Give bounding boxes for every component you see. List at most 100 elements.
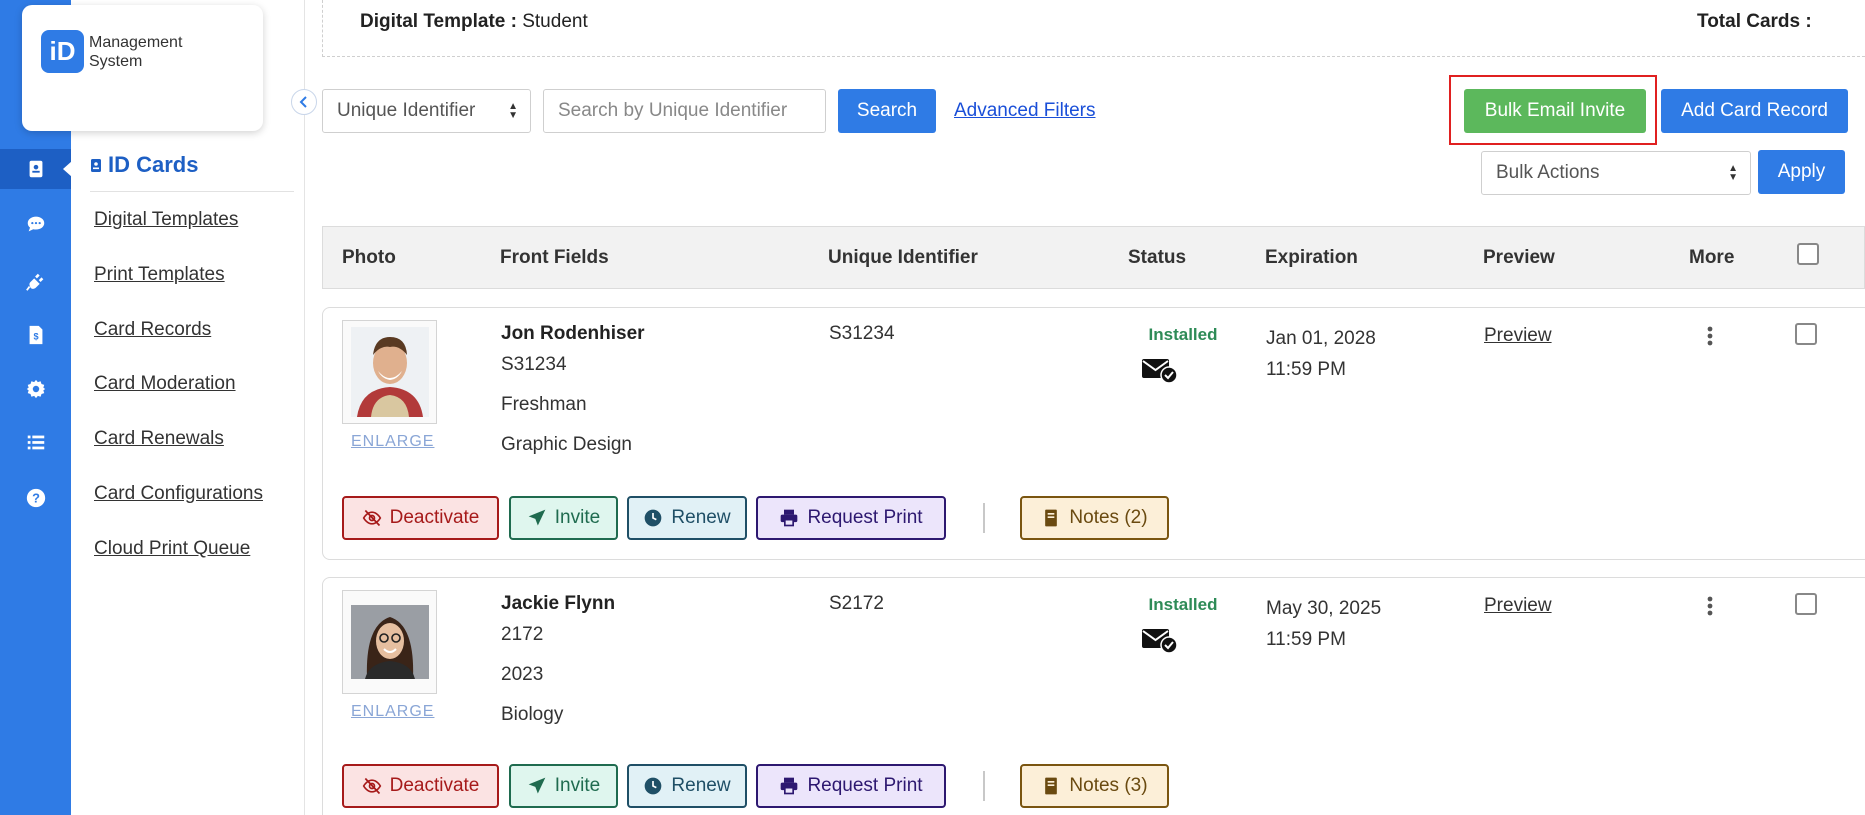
sidebar-item-print-templates[interactable]: Print Templates xyxy=(94,264,225,286)
rail-billing[interactable]: $ xyxy=(0,315,71,355)
sidebar-item-digital-templates[interactable]: Digital Templates xyxy=(94,209,238,231)
col-front-fields: Front Fields xyxy=(500,247,609,268)
paper-plane-icon xyxy=(528,509,546,526)
record-photo[interactable] xyxy=(342,590,437,694)
svg-text:?: ? xyxy=(32,491,40,506)
rail-settings[interactable] xyxy=(0,369,71,409)
rail-list[interactable] xyxy=(0,422,71,462)
renew-button[interactable]: Renew xyxy=(627,764,747,808)
action-divider xyxy=(983,503,985,533)
bulk-email-invite-button[interactable]: Bulk Email Invite xyxy=(1464,89,1646,133)
col-expiration: Expiration xyxy=(1265,247,1358,268)
apply-button[interactable]: Apply xyxy=(1758,150,1845,194)
search-input[interactable]: Search by Unique Identifier xyxy=(543,89,826,133)
plug-icon xyxy=(25,273,43,291)
section-divider xyxy=(90,191,294,192)
record-photo[interactable] xyxy=(342,320,437,424)
notebook-icon xyxy=(1045,777,1058,795)
record-unique-identifier: S31234 xyxy=(829,323,895,344)
invoice-icon: $ xyxy=(29,325,42,345)
section-title: ID Cards xyxy=(90,152,198,178)
collapse-sidebar-button[interactable] xyxy=(291,89,317,115)
rail-integrations[interactable] xyxy=(0,262,71,302)
col-status: Status xyxy=(1128,247,1187,268)
more-options-icon[interactable] xyxy=(1706,325,1714,347)
rail-help[interactable]: ? xyxy=(0,478,71,518)
clock-icon xyxy=(645,509,662,527)
help-icon: ? xyxy=(26,488,45,508)
digital-template-value: Student xyxy=(522,11,588,32)
paper-plane-icon xyxy=(528,777,546,794)
eye-slash-icon xyxy=(362,777,381,795)
more-options-icon[interactable] xyxy=(1706,595,1714,617)
template-summary: Digital Template : Student Total Cards : xyxy=(322,0,1865,57)
digital-template-label: Digital Template : Student xyxy=(360,11,588,32)
record-field: 2023 xyxy=(501,664,544,685)
action-divider xyxy=(983,771,985,801)
preview-link[interactable]: Preview xyxy=(1484,325,1552,347)
eye-slash-icon xyxy=(362,509,381,527)
sidebar-item-card-configurations[interactable]: Card Configurations xyxy=(94,483,263,505)
gear-icon xyxy=(26,379,45,399)
sidebar-item-card-renewals[interactable]: Card Renewals xyxy=(94,428,224,450)
record-field: Biology xyxy=(501,704,564,725)
record-expiration: May 30, 2025 11:59 PM xyxy=(1266,598,1382,650)
enlarge-link[interactable]: ENLARGE xyxy=(351,703,433,721)
record-expiration: Jan 01, 2028 11:59 PM xyxy=(1266,328,1376,380)
preview-link[interactable]: Preview xyxy=(1484,595,1552,617)
bulk-actions-select[interactable]: Bulk Actions ▲ ▼ xyxy=(1481,151,1751,195)
notes-button[interactable]: Notes (2) xyxy=(1020,496,1169,540)
email-sent-icon xyxy=(1142,629,1178,654)
add-card-record-button[interactable]: Add Card Record xyxy=(1661,89,1848,133)
notes-button[interactable]: Notes (3) xyxy=(1020,764,1169,808)
deactivate-button[interactable]: Deactivate xyxy=(342,764,499,808)
printer-icon xyxy=(781,509,798,527)
status-badge: Installed xyxy=(1148,325,1218,344)
renew-button[interactable]: Renew xyxy=(627,496,747,540)
enlarge-link[interactable]: ENLARGE xyxy=(351,433,433,451)
request-print-button[interactable]: Request Print xyxy=(756,764,946,808)
request-print-button[interactable]: Request Print xyxy=(756,496,946,540)
svg-text:$: $ xyxy=(33,332,38,342)
record-field: S31234 xyxy=(501,354,567,375)
email-sent-icon xyxy=(1142,359,1178,384)
record-card: ENLARGE Jackie Flynn 2172 2023 Biology S… xyxy=(322,577,1865,815)
invite-button[interactable]: Invite xyxy=(509,496,618,540)
table-header: Photo Front Fields Unique Identifier Sta… xyxy=(322,226,1865,289)
rail-messages[interactable] xyxy=(0,204,71,244)
col-preview: Preview xyxy=(1483,247,1555,268)
id-card-icon xyxy=(29,160,42,178)
col-more: More xyxy=(1689,247,1735,268)
select-all-checkbox[interactable] xyxy=(1797,243,1819,265)
invite-button[interactable]: Invite xyxy=(509,764,618,808)
col-unique-identifier: Unique Identifier xyxy=(828,247,978,268)
record-name: Jon Rodenhiser xyxy=(501,323,645,344)
row-checkbox[interactable] xyxy=(1795,593,1817,615)
record-field: 2172 xyxy=(501,624,544,645)
record-card: ENLARGE Jon Rodenhiser S31234 Freshman G… xyxy=(322,307,1865,560)
sidebar-item-cloud-print-queue[interactable]: Cloud Print Queue xyxy=(94,538,250,560)
record-field: Freshman xyxy=(501,394,587,415)
notebook-icon xyxy=(1045,509,1058,527)
record-unique-identifier: S2172 xyxy=(829,593,884,614)
list-icon xyxy=(27,435,44,450)
rail-id-cards[interactable] xyxy=(0,149,72,189)
logo-mark: iD xyxy=(41,30,84,73)
record-name: Jackie Flynn xyxy=(501,593,616,614)
sort-caret-icon: ▲ ▼ xyxy=(1728,163,1738,183)
sort-caret-icon: ▲ ▼ xyxy=(508,101,518,121)
search-field-select[interactable]: Unique Identifier ▲ ▼ xyxy=(322,89,531,133)
row-checkbox[interactable] xyxy=(1795,323,1817,345)
advanced-filters-link[interactable]: Advanced Filters xyxy=(954,100,1096,122)
main-content: Digital Template : Student Total Cards :… xyxy=(322,0,1865,815)
avatar xyxy=(350,327,429,417)
deactivate-button[interactable]: Deactivate xyxy=(342,496,499,540)
search-button[interactable]: Search xyxy=(838,89,936,133)
chevron-left-icon xyxy=(299,96,307,108)
col-photo: Photo xyxy=(342,247,396,268)
status-badge: Installed xyxy=(1148,595,1218,614)
sidebar-item-card-records[interactable]: Card Records xyxy=(94,319,211,341)
logo-text: Management System xyxy=(89,34,183,70)
logo-card[interactable]: iD Management System xyxy=(22,5,263,131)
sidebar-item-card-moderation[interactable]: Card Moderation xyxy=(94,373,236,395)
